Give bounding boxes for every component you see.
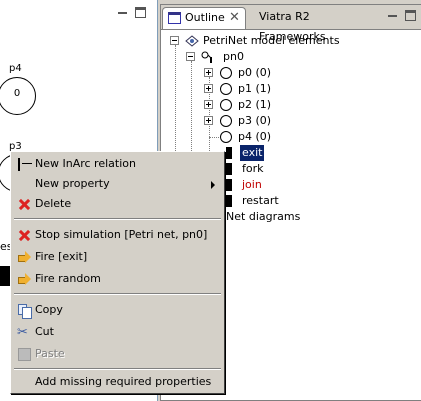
menu-item-label: Stop simulation [Petri net, pn0] <box>35 228 208 241</box>
place-icon <box>220 67 232 79</box>
menu-separator <box>14 218 221 220</box>
tree-item-label: p0 (0) <box>238 66 272 79</box>
tree-item-label: pn0 <box>223 50 244 63</box>
petri-net-icon <box>201 51 217 64</box>
tree-item-label: restart <box>242 194 279 207</box>
menu-separator <box>14 293 221 295</box>
tree-item-label: join <box>242 178 262 191</box>
expand-icon[interactable] <box>204 84 213 93</box>
collapse-icon[interactable] <box>170 36 179 45</box>
place-token-count: 0 <box>13 88 21 99</box>
menu-item-fire-exit[interactable]: Fire [exit] <box>14 247 221 267</box>
menu-item-label: Cut <box>35 325 54 338</box>
tab-viatra-frameworks[interactable]: Viatra R2 Frameworks <box>253 7 371 43</box>
place-p4[interactable]: 0 <box>0 77 36 115</box>
place-label-p4: p4 <box>9 63 22 74</box>
menu-item-label: Fire [exit] <box>35 250 88 263</box>
close-icon[interactable]: ✕ <box>229 8 240 28</box>
transition-icon <box>226 179 232 191</box>
outline-icon <box>168 12 181 24</box>
stop-icon <box>18 229 31 242</box>
tree-item-label: p3 (0) <box>238 114 272 127</box>
tree-guide-line <box>209 137 219 138</box>
menu-item-label: Copy <box>35 303 63 316</box>
place-icon <box>220 83 232 95</box>
menu-item-fire-random[interactable]: Fire random <box>14 269 221 289</box>
minimize-icon[interactable] <box>387 10 398 21</box>
place-icon <box>220 99 232 111</box>
view-tab-strip: Outline ✕ Viatra R2 Frameworks <box>161 5 421 43</box>
transition-icon <box>226 195 232 207</box>
fire-icon <box>18 251 31 264</box>
submenu-arrow-icon <box>211 181 215 189</box>
delete-icon <box>18 198 31 211</box>
place-icon <box>220 115 232 127</box>
model-icon <box>185 35 199 47</box>
menu-item-delete[interactable]: Delete <box>14 194 221 214</box>
expand-icon[interactable] <box>204 116 213 125</box>
menu-item-copy[interactable]: Copy <box>14 300 221 320</box>
menu-item-label: New property <box>35 177 110 190</box>
transition-bar[interactable] <box>0 266 10 286</box>
copy-icon <box>18 304 32 319</box>
tab-outline-label: Outline <box>185 11 225 24</box>
tab-outline[interactable]: Outline ✕ <box>162 7 246 29</box>
cut-icon <box>17 323 31 343</box>
collapse-icon[interactable] <box>186 52 195 61</box>
context-menu: New InArc relation New property Delete S… <box>10 151 225 394</box>
tree-item-label: fork <box>242 162 264 175</box>
paste-icon <box>18 348 31 361</box>
expand-icon[interactable] <box>204 68 213 77</box>
menu-item-label: Paste <box>35 347 65 360</box>
tree-item-label: iNet diagrams <box>223 210 301 223</box>
tree-item-label: exit <box>240 145 265 161</box>
menu-item-label: Delete <box>35 197 72 210</box>
menu-item-paste: Paste <box>14 344 221 364</box>
transition-icon <box>226 163 232 175</box>
place-icon <box>220 131 232 143</box>
tree-item-label: PetriNet model elements <box>203 34 340 47</box>
menu-item-new-inarc-relation[interactable]: New InArc relation <box>14 154 221 174</box>
menu-item-new-property[interactable]: New property <box>14 174 221 194</box>
transition-icon <box>226 147 232 159</box>
tree-item-label: p1 (1) <box>238 82 272 95</box>
menu-separator <box>14 368 221 370</box>
minimize-icon[interactable] <box>117 7 128 18</box>
menu-item-stop-simulation[interactable]: Stop simulation [Petri net, pn0] <box>14 225 221 245</box>
fire-random-icon <box>18 273 31 286</box>
menu-item-label: Add missing required properties <box>35 375 212 388</box>
tree-item-label: p2 (1) <box>238 98 272 111</box>
arc-icon <box>18 158 32 171</box>
menu-item-add-missing-required-properties[interactable]: Add missing required properties <box>14 372 221 392</box>
outline-window-controls <box>387 10 417 24</box>
expand-icon[interactable] <box>204 100 213 109</box>
maximize-icon[interactable] <box>405 10 416 21</box>
tree-item-label: p4 (0) <box>238 130 272 143</box>
menu-item-cut[interactable]: Cut <box>14 322 221 343</box>
menu-item-label: New InArc relation <box>35 157 136 170</box>
maximize-icon[interactable] <box>135 7 146 18</box>
menu-item-label: Fire random <box>35 272 101 285</box>
